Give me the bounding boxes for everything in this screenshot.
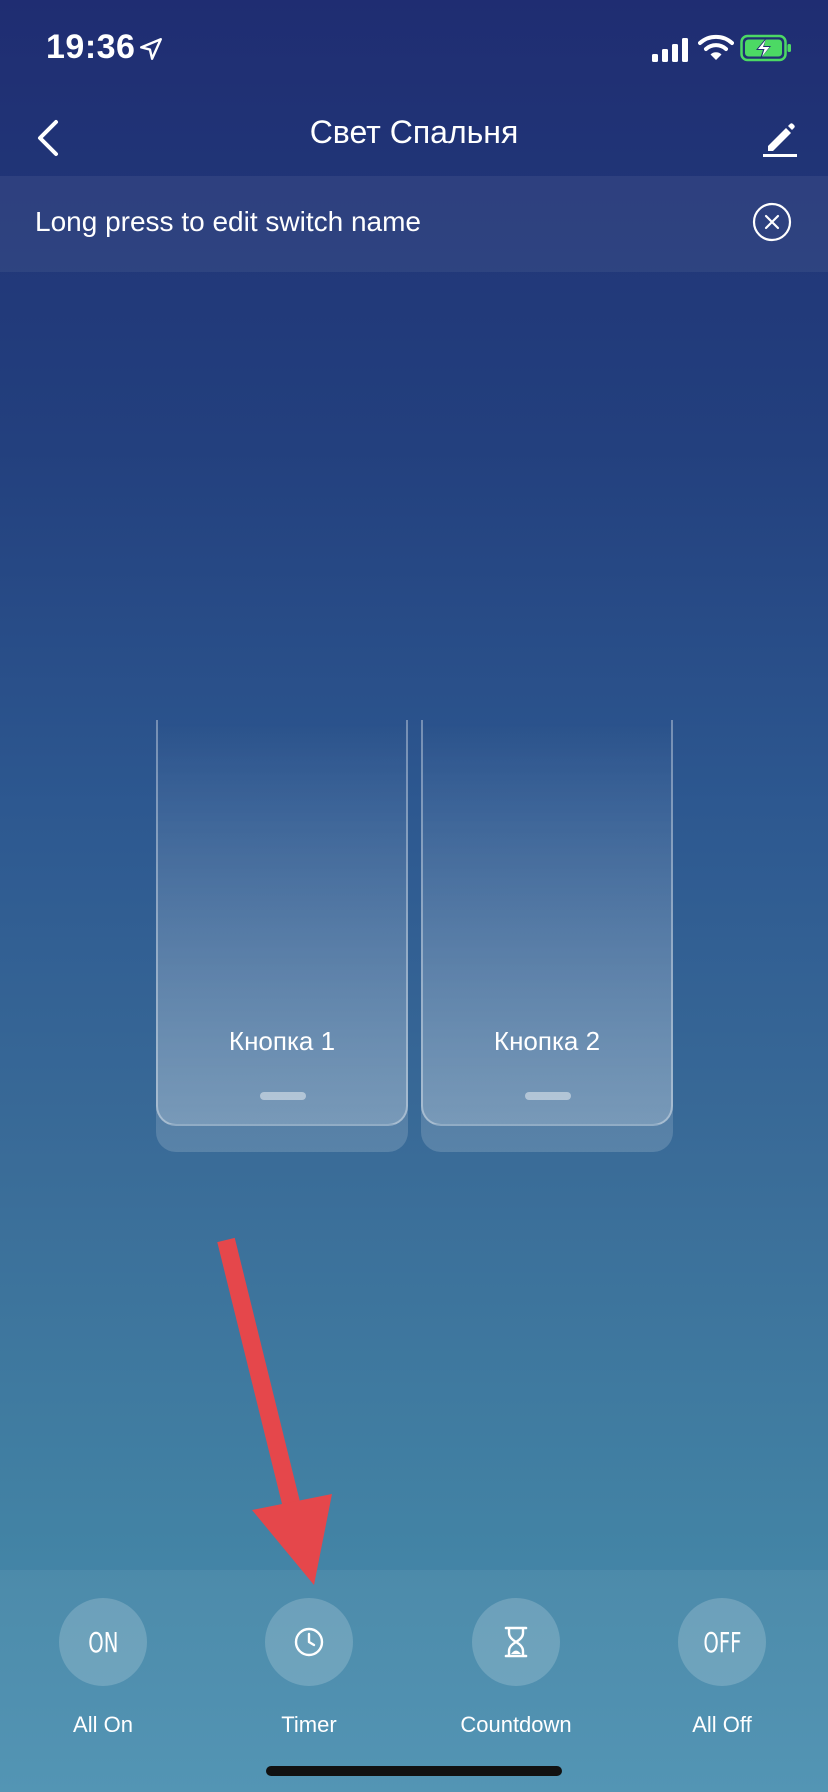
- status-time: 19:36: [46, 28, 136, 66]
- hint-text: Long press to edit switch name: [35, 206, 421, 237]
- switch-face[interactable]: Кнопка 1: [156, 720, 408, 1126]
- switch-indicator: [525, 1092, 571, 1100]
- nav-bar: Свет Спальня: [0, 100, 828, 176]
- countdown-label: Countdown: [460, 1712, 572, 1737]
- wifi-icon: [698, 34, 734, 60]
- cellular-signal-icon: [652, 38, 688, 62]
- hint-banner: Long press to edit switch name: [0, 176, 828, 272]
- edit-button[interactable]: [756, 112, 804, 164]
- page-title: Свет Спальня: [309, 114, 519, 150]
- timer-label: Timer: [281, 1712, 337, 1737]
- close-hint-button[interactable]: [752, 202, 792, 242]
- off-icon: OFF: [678, 1598, 766, 1686]
- clock-icon: [294, 1627, 324, 1657]
- close-circle-icon: [752, 202, 792, 242]
- pencil-icon: [763, 123, 797, 157]
- switch-face[interactable]: Кнопка 2: [421, 720, 673, 1126]
- home-indicator: [266, 1766, 562, 1776]
- timer-button[interactable]: Timer: [234, 1598, 384, 1738]
- countdown-button[interactable]: Countdown: [441, 1598, 591, 1738]
- switch-1[interactable]: Кнопка 1: [156, 720, 408, 1152]
- status-bar: 19:36: [0, 0, 828, 100]
- hourglass-icon: [504, 1626, 528, 1658]
- all-off-label: All Off: [692, 1712, 752, 1737]
- on-icon: ON: [59, 1598, 147, 1686]
- switch-label: Кнопка 1: [228, 1026, 336, 1056]
- switch-label: Кнопка 2: [493, 1026, 601, 1056]
- battery-charging-icon: [740, 34, 791, 62]
- all-on-button[interactable]: ON All On: [28, 1598, 178, 1738]
- all-on-label: All On: [73, 1712, 133, 1737]
- switch-indicator: [260, 1092, 306, 1100]
- all-off-button[interactable]: OFF All Off: [647, 1598, 797, 1738]
- switch-2[interactable]: Кнопка 2: [421, 720, 673, 1152]
- location-arrow-icon: [140, 38, 162, 60]
